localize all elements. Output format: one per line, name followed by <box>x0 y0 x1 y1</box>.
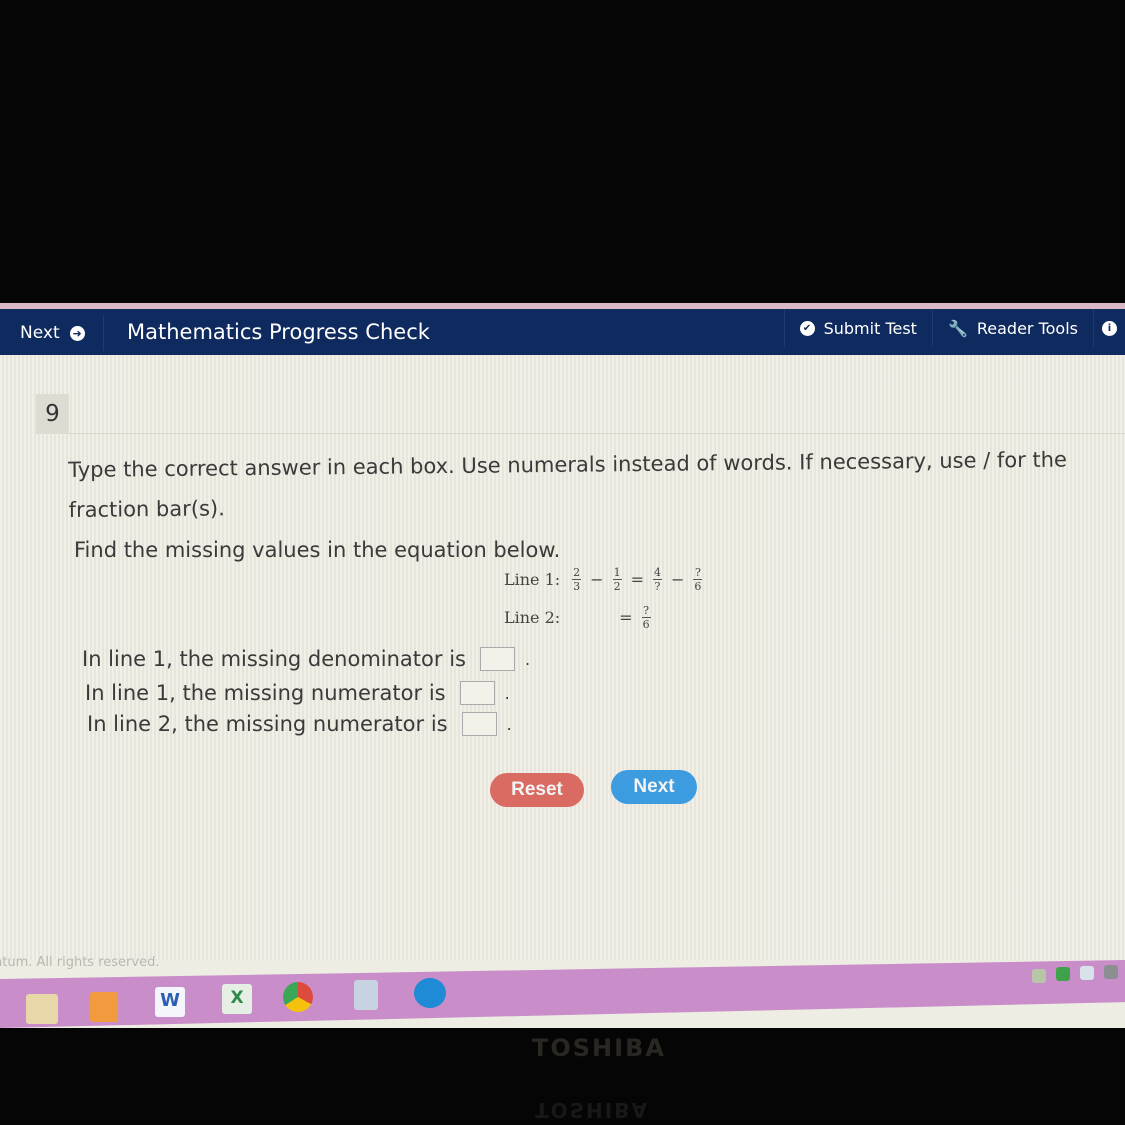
fraction: 23 <box>572 566 582 593</box>
answer-label: In line 1, the missing denominator is <box>82 647 466 671</box>
chrome-icon[interactable] <box>283 982 313 1012</box>
line2-numerator-input[interactable] <box>461 712 497 736</box>
media-player-icon[interactable] <box>90 992 118 1022</box>
line1-numerator-input[interactable] <box>459 681 495 705</box>
reader-tools-button[interactable]: 🔧 Reader Tools <box>931 309 1093 347</box>
numerator: 1 <box>613 566 621 579</box>
line-2-label: Line 2: <box>504 608 561 627</box>
security-tray-icon[interactable] <box>1056 967 1070 981</box>
fraction: 4? <box>652 566 662 593</box>
answer-row-3: In line 2, the missing numerator is . <box>87 712 512 736</box>
answer-row-2: In line 1, the missing numerator is . <box>85 681 510 705</box>
info-button[interactable]: i <box>1093 309 1125 347</box>
denominator: 6 <box>694 580 702 593</box>
check-circle-icon: ✔ <box>799 320 815 336</box>
info-icon: i <box>1102 320 1117 336</box>
divider <box>69 433 1125 434</box>
reset-button[interactable]: Reset <box>490 773 584 807</box>
answer-row-1: In line 1, the missing denominator is . <box>82 647 530 671</box>
fraction: 12 <box>612 566 622 593</box>
equation-line-1: Line 1: 2 3−1 2 = 4? −? 6 <box>504 567 706 592</box>
word-icon[interactable]: W <box>155 987 185 1017</box>
minus-sign: − <box>670 570 685 589</box>
test-title: Mathematics Progress Check <box>127 320 430 344</box>
line-1-label: Line 1: <box>504 570 561 589</box>
answer-label: In line 2, the missing numerator is <box>87 712 448 736</box>
fraction: ? 6 <box>693 566 703 593</box>
monitor-brand-reflection: TOSHIBA <box>535 1098 649 1122</box>
top-navigation-bar: Next ➜ Mathematics Progress Check ✔ Subm… <box>0 309 1125 355</box>
notifications-tray-icon[interactable] <box>1104 965 1118 979</box>
monitor-brand: TOSHIBA <box>532 1034 666 1062</box>
answer-label: In line 1, the missing numerator is <box>85 681 446 705</box>
next-button[interactable]: Next <box>611 770 697 804</box>
denominator: ? <box>654 580 661 593</box>
period: . <box>506 714 512 734</box>
denominator: 3 <box>573 580 581 593</box>
minus-sign: − <box>590 570 604 589</box>
question-prompt: Find the missing values in the equation … <box>74 538 561 562</box>
question-panel: 9 Type the correct answer in each box. U… <box>0 355 1125 970</box>
numerator: 2 <box>573 566 581 579</box>
arrow-right-circle-icon: ➜ <box>69 325 85 341</box>
equals-sign: = <box>619 608 633 627</box>
file-explorer-icon[interactable] <box>26 994 58 1024</box>
topbar-actions: ✔ Submit Test 🔧 Reader Tools i <box>783 309 1125 347</box>
top-next-label: Next <box>20 323 60 343</box>
question-number: 9 <box>36 394 69 434</box>
app-tray-icon[interactable] <box>1080 966 1094 980</box>
instructions: Type the correct answer in each box. Use… <box>68 447 1068 522</box>
submit-test-button[interactable]: ✔ Submit Test <box>783 309 932 347</box>
equals-sign: = <box>630 570 644 589</box>
period: . <box>504 683 510 703</box>
denominator: 6 <box>642 618 650 631</box>
missing-denominator-input[interactable] <box>479 647 515 671</box>
fraction: ? 6 <box>641 604 651 631</box>
top-next-button[interactable]: Next ➜ <box>8 315 104 351</box>
copyright-text: ntum. All rights reserved. <box>0 955 160 970</box>
submit-test-label: Submit Test <box>823 318 917 338</box>
period: . <box>524 649 531 669</box>
excel-icon[interactable]: X <box>222 984 252 1014</box>
network-tray-icon[interactable] <box>1032 969 1046 983</box>
numerator: ? <box>694 566 701 579</box>
equation-line-2: Line 2: =? 6 <box>504 605 655 630</box>
denominator: 2 <box>613 580 621 593</box>
reader-tools-label: Reader Tools <box>976 318 1078 338</box>
numerator: ? <box>643 604 650 617</box>
wrench-icon: 🔧 <box>947 318 968 338</box>
calculator-icon[interactable] <box>354 980 378 1010</box>
numerator: 4 <box>653 566 661 579</box>
edge-icon[interactable] <box>414 978 446 1008</box>
